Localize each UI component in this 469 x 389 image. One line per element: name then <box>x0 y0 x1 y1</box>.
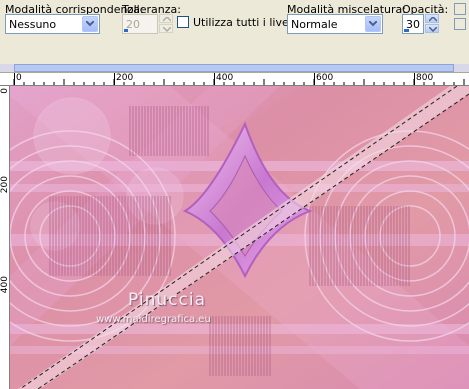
opacity-level-bar <box>404 29 409 32</box>
blend-mode-value: Normale <box>291 18 338 31</box>
ruler-ticks <box>13 79 465 85</box>
pin-icon[interactable] <box>454 3 466 15</box>
spin-down-icon[interactable] <box>425 24 439 33</box>
ruler-label: 200 <box>0 176 10 194</box>
use-all-layers-checkbox[interactable] <box>177 16 189 28</box>
pin-icon[interactable] <box>454 18 466 30</box>
use-all-layers-label: Utilizza tutti i livelli <box>193 16 298 29</box>
tolerance-spinner[interactable] <box>159 14 173 34</box>
tolerance-input[interactable]: 20 <box>122 14 158 34</box>
horizontal-ruler: 0 200 400 600 800 <box>0 72 469 86</box>
ruler-label: 0 <box>0 88 10 94</box>
tolerance-value: 20 <box>126 18 140 31</box>
match-mode-value: Nessuno <box>9 18 57 31</box>
tool-options-bar: Modalità corrispondenza: Nessuno Tollera… <box>0 0 469 60</box>
spin-up-icon[interactable] <box>159 14 173 23</box>
horizontal-scrollbar[interactable] <box>0 64 469 72</box>
vertical-ruler: 0 200 400 <box>0 86 10 389</box>
watermark-title: Pinuccia <box>128 290 206 310</box>
chevron-down-icon[interactable] <box>82 16 98 32</box>
image-canvas[interactable]: Pinuccia www.maidiregrafica.eu <box>10 86 469 389</box>
scroll-thumb[interactable] <box>14 64 454 72</box>
ruler-label: 400 <box>0 276 10 294</box>
chevron-down-icon[interactable] <box>365 16 381 32</box>
blend-mode-dropdown[interactable]: Normale <box>287 14 383 34</box>
artwork <box>10 86 469 389</box>
match-mode-dropdown[interactable]: Nessuno <box>5 14 100 34</box>
watermark-url: www.maidiregrafica.eu <box>96 314 211 325</box>
spin-up-icon[interactable] <box>425 14 439 23</box>
spin-down-icon[interactable] <box>159 24 173 33</box>
tolerance-level-bar <box>124 29 128 32</box>
opacity-input[interactable]: 30 <box>402 14 424 34</box>
opacity-spinner[interactable] <box>425 14 439 34</box>
